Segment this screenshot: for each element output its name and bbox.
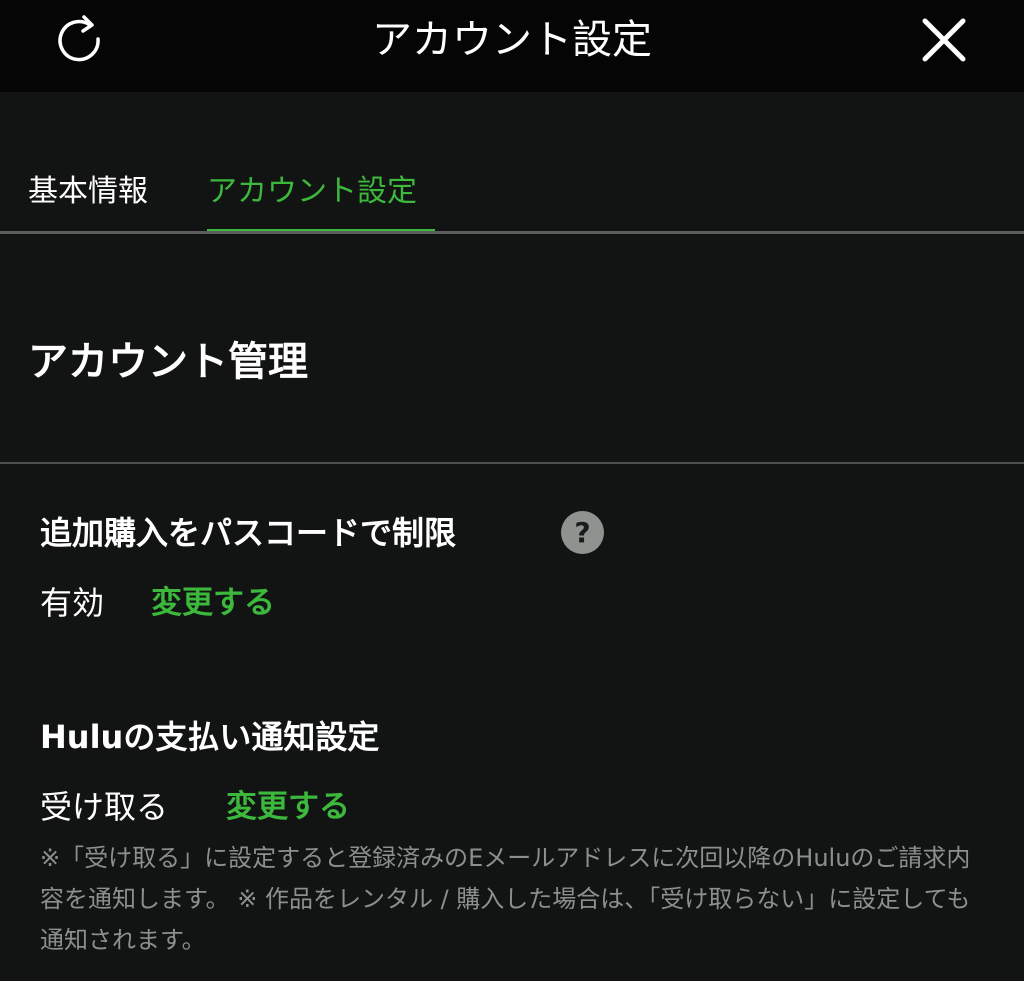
section-divider [0, 462, 1024, 464]
passcode-restriction-change-link[interactable]: 変更する [151, 580, 275, 626]
help-icon[interactable]: ? [561, 511, 604, 554]
passcode-restriction-value: 有効 [40, 584, 105, 622]
passcode-restriction-label: 追加購入をパスコードで制限 [40, 514, 457, 552]
top-bar: アカウント設定 [0, 0, 1024, 92]
tab-account-settings[interactable]: アカウント設定 [207, 170, 417, 214]
payment-notification-change-link[interactable]: 変更する [226, 784, 350, 830]
tab-bar: 基本情報 アカウント設定 [0, 160, 1024, 234]
tabs-divider [0, 231, 1024, 234]
payment-notification-label: Huluの支払い通知設定 [40, 718, 380, 756]
close-button[interactable] [914, 12, 974, 68]
close-icon [922, 18, 966, 62]
tab-basic-info[interactable]: 基本情報 [28, 170, 148, 214]
section-title: アカウント管理 [28, 339, 308, 385]
payment-notification-note: ※「受け取る」に設定すると登録済みのEメールアドレスに次回以降のHuluのご請求… [40, 844, 971, 954]
page-title: アカウント設定 [372, 17, 652, 63]
payment-notification-value: 受け取る [40, 788, 169, 826]
